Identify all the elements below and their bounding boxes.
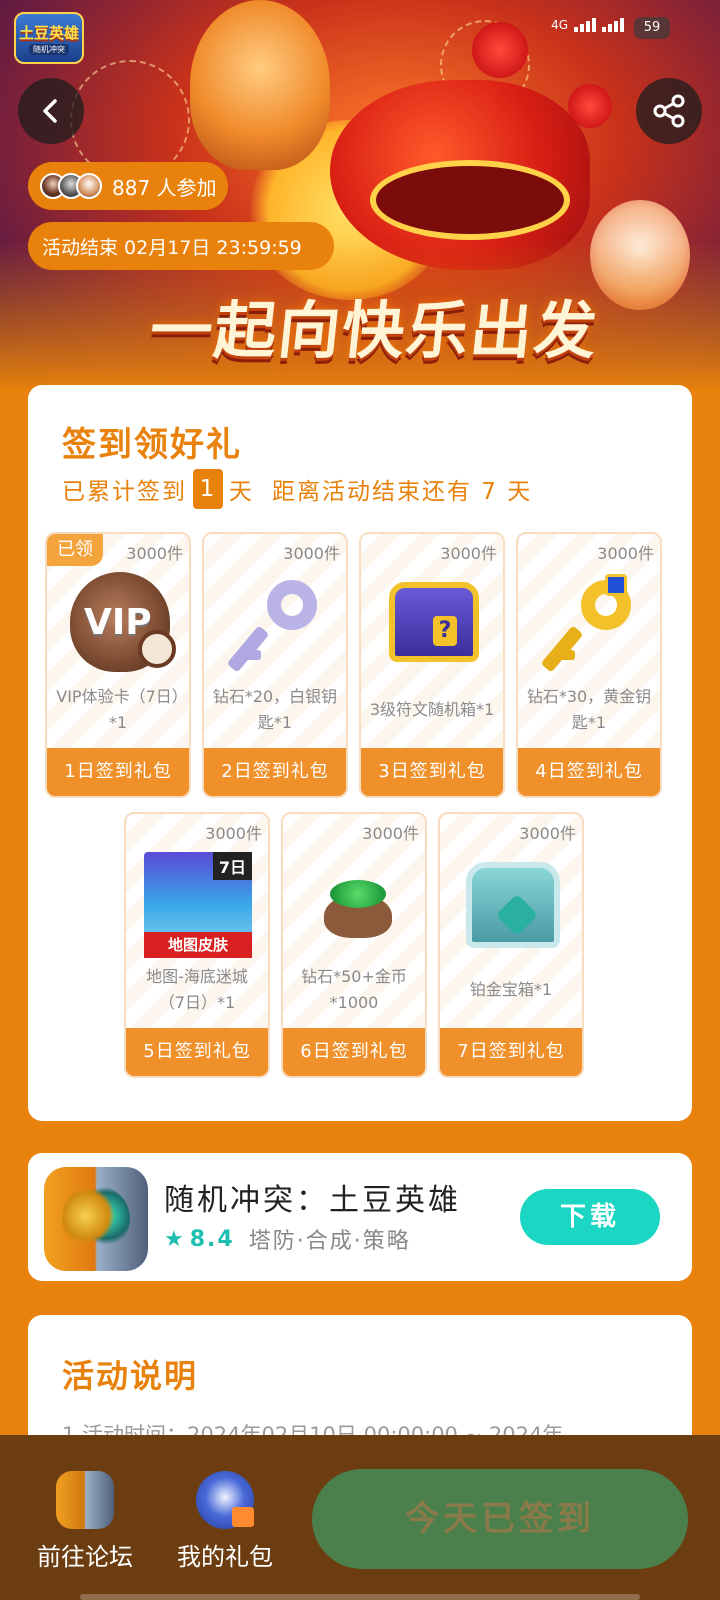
gift-card-day4[interactable]: 3000件 钻石*30，黄金钥匙*1 4日签到礼包: [516, 532, 662, 798]
signed-today-button[interactable]: 今天已签到: [312, 1469, 688, 1569]
app-meta: ★ 8.4 塔防·合成·策略: [164, 1223, 411, 1255]
star-icon: ★: [164, 1226, 186, 1252]
app-tags: 塔防·合成·策略: [248, 1229, 411, 1254]
signin-progress: 已累计签到 1 天 距离活动结束还有 7 天: [62, 469, 532, 509]
bottom-action-bar: 前往论坛 我的礼包 今天已签到: [0, 1435, 720, 1600]
home-indicator: [80, 1594, 640, 1600]
dragon-mouth: [370, 160, 570, 240]
gem-bag-icon: [306, 852, 406, 952]
battery-indicator: 59: [634, 17, 670, 39]
share-button[interactable]: [636, 78, 702, 144]
rune-chest-icon: [389, 582, 479, 662]
game-logo: 土豆英雄 随机冲突: [14, 12, 84, 64]
gift-button-day5[interactable]: 5日签到礼包: [126, 1028, 268, 1076]
app-name: 随机冲突：土豆英雄: [164, 1183, 461, 1218]
gift-description: 铂金宝箱*1: [469, 980, 553, 999]
gift-button-day4[interactable]: 4日签到礼包: [518, 748, 660, 796]
signal-icon-2: [602, 18, 624, 32]
download-button[interactable]: 下载: [520, 1189, 660, 1245]
gift-description: VIP体验卡（7日）*1: [56, 687, 180, 732]
signed-days-count: 1: [193, 469, 223, 509]
gift-description: 钻石*20，白银钥匙*1: [212, 687, 338, 732]
hero-character-illustration: [190, 0, 330, 170]
claimed-badge: 已领: [47, 534, 103, 566]
participant-avatars: [40, 173, 102, 199]
gold-key-icon: [540, 572, 641, 673]
gift-button-day6[interactable]: 6日签到礼包: [283, 1028, 425, 1076]
banner-title: 一起向快乐出发: [146, 294, 603, 367]
gift-button-day3[interactable]: 3日签到礼包: [361, 748, 503, 796]
gift-card-day5[interactable]: 3000件 7日 地图皮肤 地图-海底迷城（7日）*1 5日签到礼包: [124, 812, 270, 1078]
back-button[interactable]: [18, 78, 84, 144]
pompom-decoration: [568, 84, 612, 128]
share-icon: [653, 94, 685, 128]
gift-description: 钻石*50+金币*1000: [301, 967, 407, 1012]
gift-description: 地图-海底迷城（7日）*1: [146, 967, 248, 1012]
forum-label: 前往论坛: [37, 1543, 133, 1571]
deadline-badge: 活动结束 02月17日 23:59:59: [28, 222, 334, 270]
forum-icon: [56, 1471, 114, 1529]
my-gifts-tab[interactable]: 我的礼包: [170, 1471, 280, 1572]
signin-card: 签到领好礼 已累计签到 1 天 距离活动结束还有 7 天 3000件 VIP 已…: [28, 385, 692, 1121]
remaining-days-text: 距离活动结束还有 7 天: [272, 479, 533, 505]
network-label: 4G: [551, 18, 568, 32]
platinum-chest-icon: [466, 862, 560, 948]
signin-title: 签到领好礼: [62, 425, 242, 465]
gift-button-day1[interactable]: 1日签到礼包: [47, 748, 189, 796]
app-icon[interactable]: [44, 1167, 148, 1271]
gift-description: 3级符文随机箱*1: [369, 700, 495, 719]
chevron-left-icon: [43, 99, 57, 123]
participants-count: 887 人参加: [112, 175, 217, 200]
gift-button-day7[interactable]: 7日签到礼包: [440, 1028, 582, 1076]
silver-key-icon: [226, 572, 327, 673]
app-card[interactable]: 随机冲突：土豆英雄 ★ 8.4 塔防·合成·策略 下载: [28, 1153, 692, 1281]
gift-card-day2[interactable]: 3000件 钻石*20，白银钥匙*1 2日签到礼包: [202, 532, 348, 798]
gift-card-day7[interactable]: 3000件 铂金宝箱*1 7日签到礼包: [438, 812, 584, 1078]
gift-card-day3[interactable]: 3000件 3级符文随机箱*1 3日签到礼包: [359, 532, 505, 798]
signal-icon: [574, 18, 596, 32]
status-bar: 4G: [551, 18, 624, 32]
rules-title: 活动说明: [62, 1357, 199, 1395]
participants-badge: 887 人参加: [28, 162, 228, 210]
pompom-decoration: [472, 22, 528, 78]
gift-description: 钻石*30，黄金钥匙*1: [526, 687, 652, 732]
vip-card-icon: VIP: [70, 572, 176, 672]
forum-tab[interactable]: 前往论坛: [30, 1471, 140, 1572]
avatar: [76, 173, 102, 199]
my-gifts-label: 我的礼包: [177, 1543, 273, 1571]
gift-button-day2[interactable]: 2日签到礼包: [204, 748, 346, 796]
gift-card-day1[interactable]: 3000件 VIP 已领 VIP体验卡（7日）*1 1日签到礼包: [45, 532, 191, 798]
gift-bag-icon: [196, 1471, 254, 1529]
map-skin-icon: 7日 地图皮肤: [144, 852, 252, 958]
gift-card-day6[interactable]: 3000件 钻石*50+金币*1000 6日签到礼包: [281, 812, 427, 1078]
app-rating: 8.4: [189, 1226, 235, 1252]
